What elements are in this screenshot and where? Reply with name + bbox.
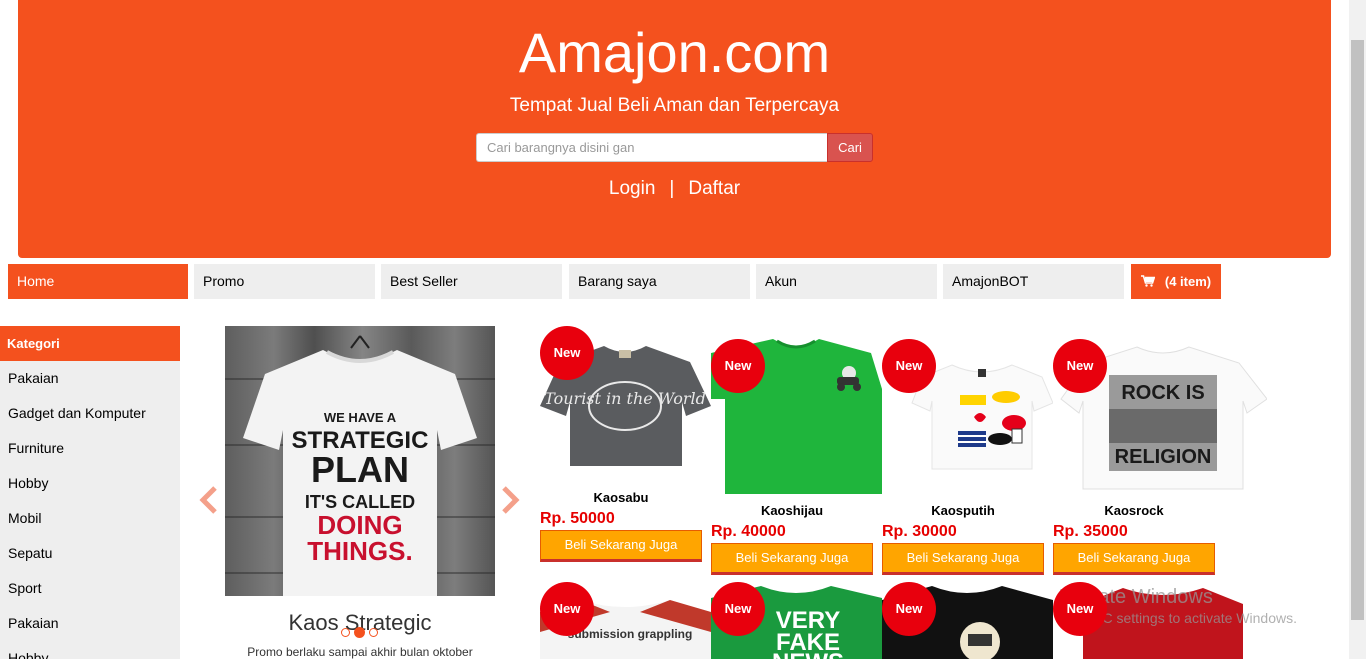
carousel-dot[interactable] [369,628,378,637]
carousel-indicators [341,627,378,638]
product-card: ROCK IS RELIGION New Kaosrock Rp. 35000 … [1053,339,1267,579]
carousel-dot[interactable] [341,628,350,637]
sidebar-item-hobby[interactable]: Hobby [0,466,180,501]
page: Amajon.com Tempat Jual Beli Aman dan Ter… [0,0,1366,659]
carousel-image[interactable]: WE HAVE A STRATEGIC PLAN IT'S CALLED DOI… [225,326,495,596]
chevron-right-icon[interactable] [500,486,520,520]
new-badge: New [540,582,594,636]
shirt-graphic-text: submission grappling [568,627,693,641]
product-name[interactable]: Kaoshijau [711,503,873,518]
new-badge: New [1053,339,1107,393]
shirt-graphic-text: Tourist in the World [544,389,706,408]
auth-separator: | [669,178,675,199]
new-badge: New [711,339,765,393]
tshirt-image: WE HAVE A STRATEGIC PLAN IT'S CALLED DOI… [243,335,477,596]
product-card: New [882,582,1053,659]
shirt-line-1: WE HAVE A [324,410,397,425]
new-badge: New [711,582,765,636]
nav-promo[interactable]: Promo [194,264,375,299]
sidebar-item-mobil[interactable]: Mobil [0,501,180,536]
shirt-line-3: PLAN [311,449,409,490]
product-price: Rp. 40000 [711,523,786,540]
shirt-line-6: THINGS. [307,536,412,566]
product-name[interactable]: Kaosrock [1053,503,1215,518]
login-link[interactable]: Login [609,177,656,201]
sidebar-item-furniture[interactable]: Furniture [0,431,180,466]
site-title[interactable]: Amajon.com [18,18,1331,88]
nav-akun[interactable]: Akun [756,264,937,299]
scrollbar-thumb[interactable] [1351,40,1364,620]
category-sidebar: Kategori Pakaian Gadget dan Komputer Fur… [0,326,180,659]
sidebar-item-pakaian-2[interactable]: Pakaian [0,606,180,641]
buy-button[interactable]: Beli Sekarang Juga [1053,543,1215,575]
nav-amajonbot[interactable]: AmajonBOT [943,264,1124,299]
page-scrollbar[interactable] [1349,0,1366,659]
product-name[interactable]: Kaosabu [540,490,702,505]
new-badge: New [882,582,936,636]
register-link[interactable]: Daftar [688,177,740,201]
nav-best-seller[interactable]: Best Seller [381,264,562,299]
buy-button[interactable]: Beli Sekarang Juga [540,530,702,562]
product-name[interactable]: Kaosputih [882,503,1044,518]
cart-button[interactable]: (4 item) [1131,264,1221,299]
carousel-dot-active[interactable] [354,627,365,638]
nav-home[interactable]: Home [8,264,188,299]
product-card: submission grappling New [540,582,711,659]
cart-count: (4 item) [1164,274,1212,289]
promo-carousel: WE HAVE A STRATEGIC PLAN IT'S CALLED DOI… [195,326,525,659]
sidebar-item-pakaian[interactable]: Pakaian [0,361,180,396]
carousel-subcaption: Promo berlaku sampai akhir bulan oktober [247,645,473,659]
new-badge: New [882,339,936,393]
search-bar: Cari [476,133,873,162]
product-card: New Kaoshijau Rp. 40000 Beli Sekarang Ju… [711,339,882,579]
new-badge: New [1053,582,1107,636]
sidebar-heading: Kategori [0,326,180,361]
cart-icon [1140,265,1156,300]
product-price: Rp. 50000 [540,510,615,527]
sidebar-item-hobby-2[interactable]: Hobby [0,641,180,659]
site-header: Amajon.com Tempat Jual Beli Aman dan Ter… [18,0,1331,258]
sidebar-item-sepatu[interactable]: Sepatu [0,536,180,571]
product-card: New Kaosputih Rp. 30000 Beli Sekarang Ju… [882,339,1053,579]
nav-barang-saya[interactable]: Barang saya [569,264,750,299]
shirt-graphic-line-2: RELIGION [1115,446,1212,468]
sidebar-item-gadget[interactable]: Gadget dan Komputer [0,396,180,431]
product-card: VERY FAKE NEWS New [711,582,882,659]
shirt-line-4: IT'S CALLED [305,492,415,512]
product-price: Rp. 35000 [1053,523,1128,540]
product-price: Rp. 30000 [882,523,957,540]
buy-button[interactable]: Beli Sekarang Juga [711,543,873,575]
new-badge: New [540,326,594,380]
search-input[interactable] [476,133,827,162]
sidebar-item-sport[interactable]: Sport [0,571,180,606]
tagline: Tempat Jual Beli Aman dan Terpercaya [509,95,840,116]
chevron-left-icon[interactable] [199,486,219,520]
search-button[interactable]: Cari [827,133,873,162]
buy-button[interactable]: Beli Sekarang Juga [882,543,1044,575]
auth-links: Login | Daftar [18,177,1331,201]
product-card: New Tourist in the World Kaosabu Rp. 500… [540,326,711,566]
shirt-graphic-line-3: NEWS [772,649,844,659]
shirt-graphic-line-1: ROCK IS [1121,382,1204,404]
